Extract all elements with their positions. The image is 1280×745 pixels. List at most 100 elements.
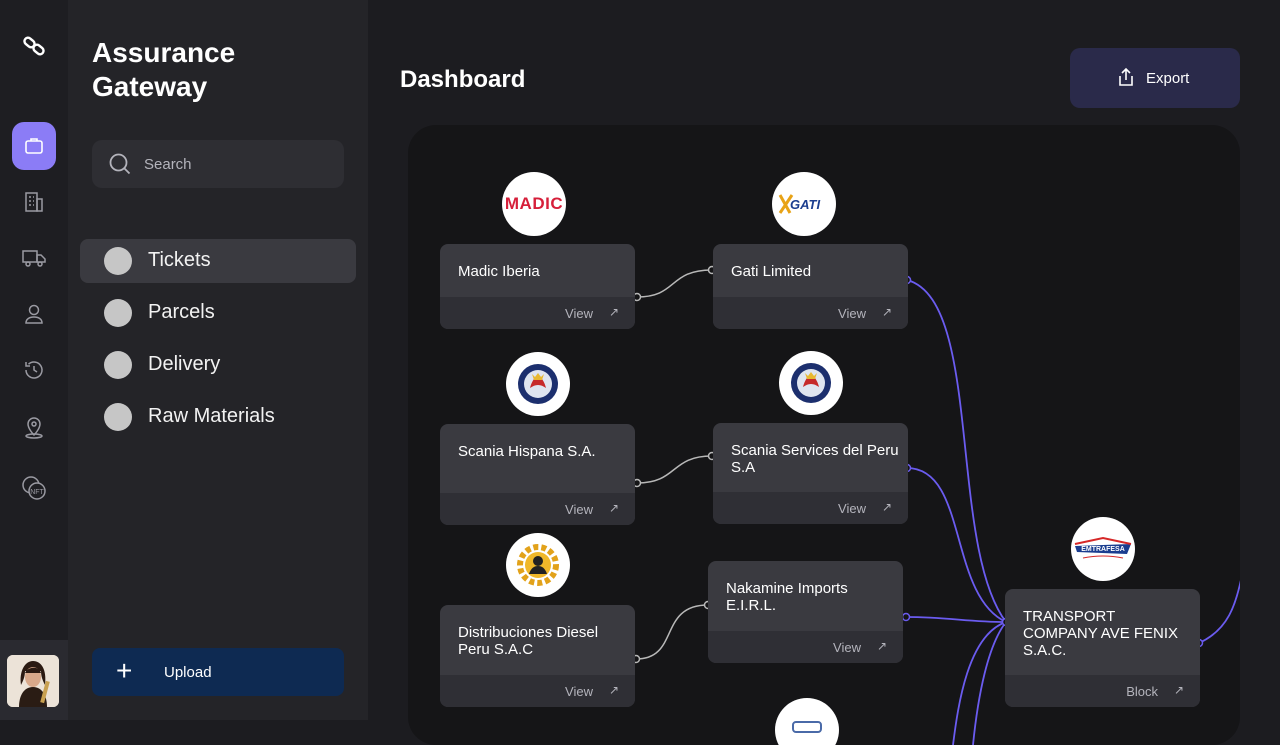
- scania-logo: [506, 352, 570, 416]
- menu-item-raw-materials[interactable]: Raw Materials: [80, 395, 356, 439]
- external-arrow-icon[interactable]: ↗: [882, 305, 892, 319]
- view-link[interactable]: View: [838, 306, 866, 321]
- node-name: Gati Limited: [731, 263, 812, 280]
- menu-item-label: Delivery: [148, 353, 221, 375]
- view-link[interactable]: View: [565, 502, 593, 517]
- gear-worker-logo-mark: [517, 544, 559, 586]
- node-card-gati[interactable]: Gati Limited View ↗: [713, 244, 908, 329]
- menu-item-label: Raw Materials: [148, 405, 275, 427]
- nav-briefcase[interactable]: [12, 122, 56, 170]
- menu-item-tickets[interactable]: Tickets: [80, 239, 356, 283]
- node-name: TRANSPORT COMPANY AVE FENIX S.A.C.: [1023, 608, 1179, 659]
- coins-icon: NFT: [22, 476, 46, 500]
- node-footer: View ↗: [440, 675, 635, 707]
- view-link[interactable]: View: [565, 306, 593, 321]
- menu-item-icon: [104, 351, 132, 379]
- icon-rail: NFT: [0, 0, 68, 720]
- link-fenix-out: [1198, 580, 1240, 644]
- app-title: Assurance Gateway: [92, 37, 236, 102]
- upload-button[interactable]: + Upload: [92, 648, 344, 696]
- link-scania: [636, 455, 713, 484]
- search-input[interactable]: Search: [92, 140, 344, 188]
- svg-text:NFT: NFT: [30, 489, 44, 496]
- emtrafesa-logo-mark: EMTRAFESA: [1074, 536, 1132, 559]
- node-footer: View ↗: [708, 631, 903, 663]
- node-card-scania-peru[interactable]: Scania Services del Peru S.A View ↗: [713, 423, 908, 524]
- avatar[interactable]: [7, 655, 59, 707]
- location-pin-icon: [25, 417, 43, 439]
- external-arrow-icon[interactable]: ↗: [609, 683, 619, 697]
- nav-profile[interactable]: [12, 290, 56, 338]
- scania-logo-mark: [518, 364, 558, 404]
- external-arrow-icon[interactable]: ↗: [1174, 683, 1184, 697]
- export-label: Export: [1146, 70, 1190, 87]
- node-name: Nakamine Imports E.I.R.L.: [726, 580, 848, 614]
- partial-logo-mark: [792, 721, 822, 733]
- node-name: Scania Hispana S.A.: [458, 443, 596, 460]
- link-gati-fenix: [906, 279, 1007, 623]
- emtrafesa-logo: EMTRAFESA: [1071, 517, 1135, 581]
- link-distribuciones: [635, 604, 709, 660]
- sidebar: Assurance Gateway Search Tickets Parcels…: [68, 0, 368, 720]
- external-arrow-icon[interactable]: ↗: [609, 501, 619, 515]
- user-icon: [25, 304, 43, 324]
- menu-item-label: Parcels: [148, 301, 215, 323]
- link-madic-gati: [636, 269, 713, 298]
- page-title: Dashboard: [400, 66, 526, 93]
- nav-delivery[interactable]: [12, 234, 56, 282]
- block-link[interactable]: Block: [1126, 684, 1158, 699]
- gati-logo-mark: GATI: [778, 194, 820, 214]
- distribuciones-logo: [506, 533, 570, 597]
- node-name: Madic Iberia: [458, 263, 540, 280]
- link-fenix-down-1: [952, 621, 1007, 745]
- nav-location[interactable]: [12, 404, 56, 452]
- briefcase-icon: [25, 138, 43, 154]
- gati-logo: GATI: [772, 172, 836, 236]
- link-scania-fenix: [906, 467, 1007, 623]
- menu-item-parcels[interactable]: Parcels: [80, 291, 356, 335]
- external-arrow-icon[interactable]: ↗: [877, 639, 887, 653]
- node-name: Distribuciones Diesel Peru S.A.C: [458, 624, 599, 658]
- node-card-madic[interactable]: Madic Iberia View ↗: [440, 244, 635, 329]
- avatar-image: [7, 655, 59, 707]
- link-nakamine-fenix: [905, 616, 1007, 623]
- nav-tokens[interactable]: NFT: [12, 464, 56, 512]
- truck-icon: [22, 250, 46, 267]
- emtrafesa-logo-text: EMTRAFESA: [1081, 546, 1125, 553]
- menu-item-delivery[interactable]: Delivery: [80, 343, 356, 387]
- history-icon: [25, 361, 43, 379]
- link-icon[interactable]: [22, 34, 46, 58]
- node-footer: View ↗: [440, 297, 635, 329]
- scania-logo-mark: [791, 363, 831, 403]
- node-footer: Block ↗: [1005, 675, 1200, 707]
- menu-item-label: Tickets: [148, 249, 211, 271]
- port-dot: [901, 612, 911, 622]
- external-arrow-icon[interactable]: ↗: [882, 500, 892, 514]
- menu-item-icon: [104, 247, 132, 275]
- plus-icon: +: [116, 655, 133, 686]
- menu-item-icon: [104, 299, 132, 327]
- node-card-distribuciones[interactable]: Distribuciones Diesel Peru S.A.C View ↗: [440, 605, 635, 707]
- external-arrow-icon[interactable]: ↗: [609, 305, 619, 319]
- share-icon: [1119, 67, 1133, 86]
- link-fenix-down-2: [972, 621, 1007, 745]
- menu-item-icon: [104, 403, 132, 431]
- nav-buildings[interactable]: [12, 178, 56, 226]
- flow-canvas[interactable]: MADIC Madic Iberia View ↗ GATI Gati Limi…: [408, 125, 1240, 745]
- export-button[interactable]: Export: [1070, 48, 1240, 108]
- node-card-scania-hispana[interactable]: Scania Hispana S.A. View ↗: [440, 424, 635, 525]
- node-footer: View ↗: [713, 297, 908, 329]
- scania-logo: [779, 351, 843, 415]
- view-link[interactable]: View: [833, 640, 861, 655]
- view-link[interactable]: View: [838, 501, 866, 516]
- search-placeholder: Search: [144, 156, 192, 173]
- gati-logo-text: GATI: [790, 197, 820, 212]
- nav-history[interactable]: [12, 346, 56, 394]
- node-card-ave-fenix[interactable]: TRANSPORT COMPANY AVE FENIX S.A.C. Block…: [1005, 589, 1200, 707]
- node-card-nakamine[interactable]: Nakamine Imports E.I.R.L. View ↗: [708, 561, 903, 663]
- building-icon: [25, 192, 43, 212]
- upload-label: Upload: [164, 664, 212, 681]
- madic-logo: MADIC: [502, 172, 566, 236]
- madic-logo-text: MADIC: [504, 194, 564, 213]
- view-link[interactable]: View: [565, 684, 593, 699]
